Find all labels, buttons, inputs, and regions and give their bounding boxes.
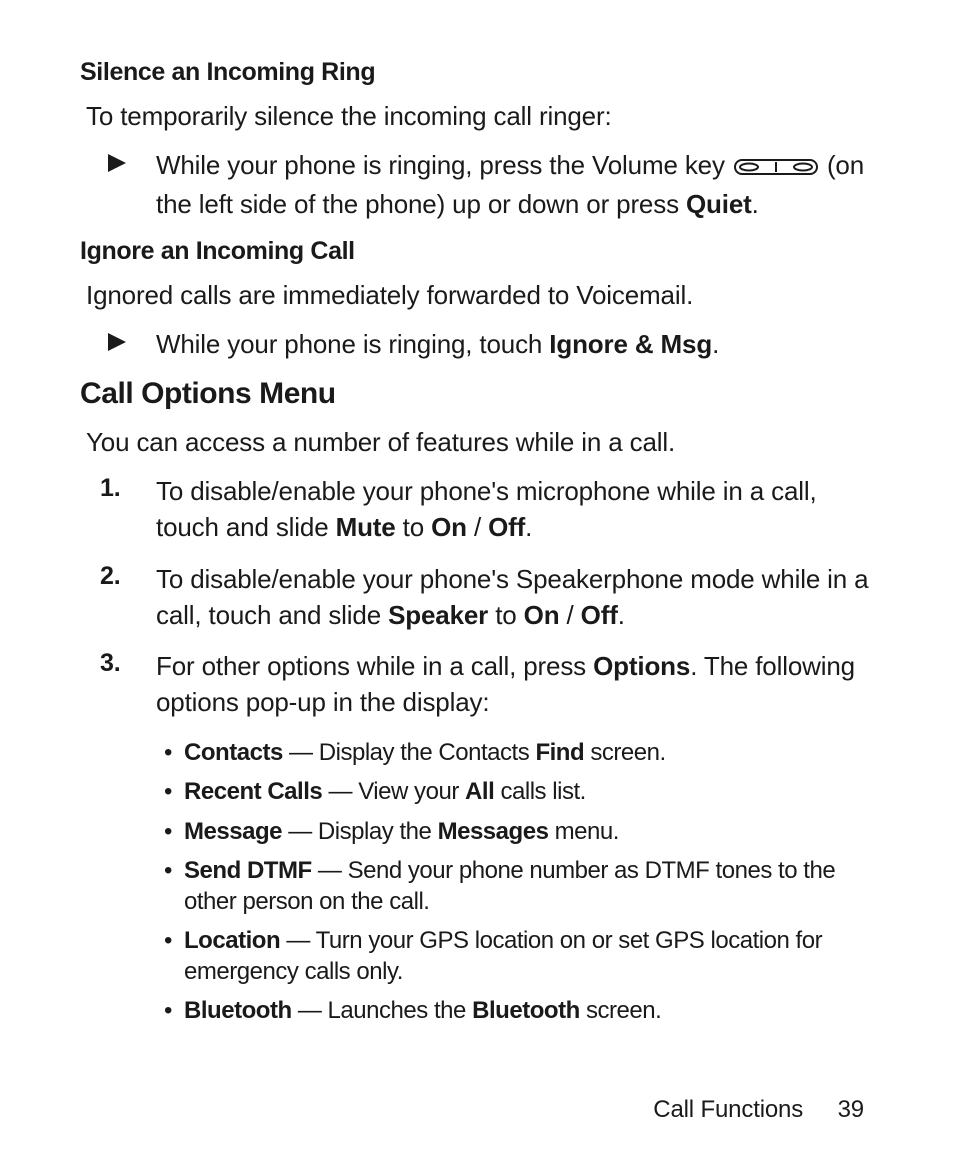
option-recent-calls: •Recent Calls — View your All calls list… [164, 776, 874, 807]
page-number: 39 [838, 1096, 864, 1123]
option-send-dtmf: •Send DTMF — Send your phone number as D… [164, 855, 874, 917]
step-3: 3. For other options while in a call, pr… [100, 649, 874, 721]
triangle-bullet-icon [108, 148, 156, 223]
page-footer: Call Functions 39 [653, 1096, 864, 1124]
option-location: •Location — Turn your GPS location on or… [164, 925, 874, 987]
step-1: 1. To disable/enable your phone's microp… [100, 474, 874, 546]
silence-bullet-text: While your phone is ringing, press the V… [156, 148, 874, 223]
heading-silence-ring: Silence an Incoming Ring [80, 58, 874, 87]
option-message: •Message — Display the Messages menu. [164, 816, 874, 847]
step-text: To disable/enable your phone's microphon… [156, 474, 874, 546]
step-2: 2. To disable/enable your phone's Speake… [100, 562, 874, 634]
step-number: 1. [100, 474, 156, 546]
call-options-steps: 1. To disable/enable your phone's microp… [80, 474, 874, 721]
step-number: 3. [100, 649, 156, 721]
ignore-bullet-text: While your phone is ringing, touch Ignor… [156, 327, 719, 363]
ignore-intro: Ignored calls are immediately forwarded … [86, 278, 874, 313]
silence-intro: To temporarily silence the incoming call… [86, 99, 874, 134]
option-bluetooth: •Bluetooth — Launches the Bluetooth scre… [164, 995, 874, 1026]
step-text: For other options while in a call, press… [156, 649, 874, 721]
heading-ignore-call: Ignore an Incoming Call [80, 237, 874, 266]
step-text: To disable/enable your phone's Speakerph… [156, 562, 874, 634]
silence-bullet: While your phone is ringing, press the V… [108, 148, 874, 223]
option-contacts: •Contacts — Display the Contacts Find sc… [164, 737, 874, 768]
chapter-name: Call Functions [653, 1096, 803, 1123]
triangle-bullet-icon [108, 327, 156, 363]
call-options-intro: You can access a number of features whil… [86, 425, 874, 460]
options-list: •Contacts — Display the Contacts Find sc… [80, 737, 874, 1027]
step-number: 2. [100, 562, 156, 634]
heading-call-options: Call Options Menu [80, 377, 874, 411]
ignore-bullet: While your phone is ringing, touch Ignor… [108, 327, 874, 363]
volume-key-icon [734, 151, 818, 187]
